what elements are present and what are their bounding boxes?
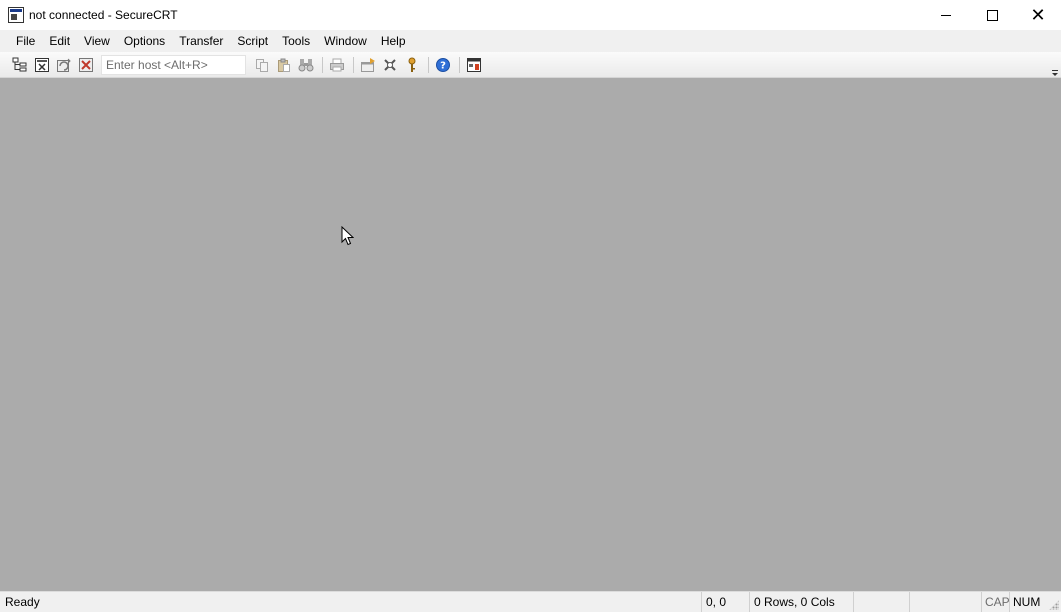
sftp-button[interactable] <box>464 55 484 75</box>
quick-connect-icon <box>35 57 49 72</box>
status-num-lock: NUM <box>1009 592 1045 612</box>
securecrt-app-icon[interactable] <box>8 7 24 23</box>
copy-button[interactable] <box>252 55 272 75</box>
global-options-button[interactable] <box>380 55 400 75</box>
print-icon <box>330 58 344 71</box>
toolbar-separator <box>459 56 460 73</box>
window-controls: ✕ <box>923 0 1061 30</box>
status-empty-pane <box>909 592 981 612</box>
quick-connect-button[interactable] <box>32 55 52 75</box>
maximize-button[interactable] <box>969 0 1015 30</box>
status-dimensions: 0 Rows, 0 Cols <box>749 592 853 612</box>
menu-script[interactable]: Script <box>230 30 275 52</box>
menu-view[interactable]: View <box>77 30 117 52</box>
paste-icon <box>278 58 290 72</box>
menu-help[interactable]: Help <box>374 30 413 52</box>
copy-icon <box>256 58 268 72</box>
mouse-pointer-icon <box>341 226 354 246</box>
menu-tools[interactable]: Tools <box>275 30 317 52</box>
reconnect-icon <box>57 58 71 72</box>
session-options-button[interactable] <box>358 55 378 75</box>
menu-transfer[interactable]: Transfer <box>172 30 230 52</box>
session-options-icon <box>361 57 375 72</box>
toolbar: ? <box>0 52 1061 78</box>
menu-window[interactable]: Window <box>317 30 374 52</box>
minimize-button[interactable] <box>923 0 969 30</box>
menu-edit[interactable]: Edit <box>42 30 77 52</box>
disconnect-button[interactable] <box>76 55 96 75</box>
disconnect-icon <box>79 57 93 72</box>
connect-icon <box>12 57 27 71</box>
host-input[interactable] <box>101 54 246 75</box>
resize-grip-icon[interactable] <box>1049 600 1059 610</box>
help-button[interactable]: ? <box>433 55 453 75</box>
session-workspace[interactable] <box>0 78 1061 591</box>
toolbar-overflow-chevron-icon[interactable] <box>1051 64 1059 76</box>
print-button[interactable] <box>327 55 347 75</box>
status-state: Ready <box>5 595 40 609</box>
menu-options[interactable]: Options <box>117 30 172 52</box>
paste-button[interactable] <box>274 55 294 75</box>
status-bar: Ready 0, 0 0 Rows, 0 Cols CAP NUM <box>0 591 1061 612</box>
svg-text:?: ? <box>440 60 446 71</box>
status-caps-lock: CAP <box>981 592 1010 612</box>
connect-button[interactable] <box>10 55 30 75</box>
keymap-icon <box>408 57 416 72</box>
menu-file[interactable]: File <box>9 30 42 52</box>
title-bar: not connected - SecureCRT ✕ <box>0 0 1061 30</box>
toolbar-separator <box>428 56 429 73</box>
find-button[interactable] <box>296 55 316 75</box>
find-icon <box>298 58 314 71</box>
keymap-button[interactable] <box>402 55 422 75</box>
menu-bar: File Edit View Options Transfer Script T… <box>0 30 1061 52</box>
sftp-icon <box>467 57 481 72</box>
status-empty-pane <box>853 592 909 612</box>
global-options-icon <box>384 58 396 71</box>
window-title: not connected - SecureCRT <box>29 8 178 22</box>
status-cursor-position: 0, 0 <box>701 592 747 612</box>
help-icon: ? <box>436 57 450 72</box>
reconnect-button[interactable] <box>54 55 74 75</box>
toolbar-separator <box>353 56 354 73</box>
close-button[interactable]: ✕ <box>1015 0 1061 30</box>
toolbar-separator <box>322 56 323 73</box>
